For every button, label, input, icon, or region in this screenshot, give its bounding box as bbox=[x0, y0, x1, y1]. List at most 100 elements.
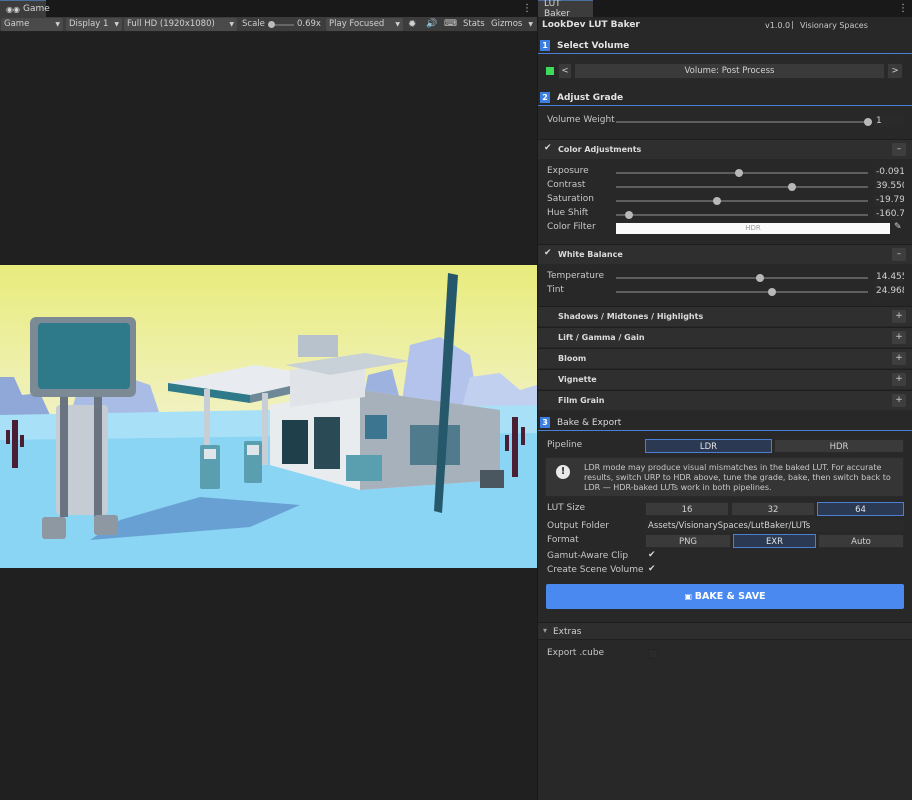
header-separator: | bbox=[791, 20, 794, 29]
bake-save-button[interactable]: ▣ BAKE & SAVE bbox=[546, 584, 904, 609]
chevron-down-icon: ▼ bbox=[528, 21, 533, 28]
volume-weight-value[interactable]: 1 bbox=[874, 116, 904, 127]
volume-status-indicator bbox=[546, 67, 554, 75]
chevron-down-icon: ▼ bbox=[55, 21, 60, 28]
play-mode-dropdown[interactable]: Play Focused ▼ bbox=[326, 18, 403, 31]
contrast-value[interactable]: 39.550 bbox=[874, 181, 904, 192]
temperature-value[interactable]: 14.455 bbox=[874, 272, 904, 283]
hue-shift-slider[interactable] bbox=[616, 211, 868, 219]
pipeline-ldr-button[interactable]: LDR bbox=[645, 439, 772, 453]
panel-menu-icon[interactable]: ⋮ bbox=[898, 2, 908, 15]
slider-knob[interactable] bbox=[768, 288, 777, 296]
audio-icon[interactable]: 🔊 bbox=[426, 18, 437, 31]
slider-knob[interactable] bbox=[735, 169, 744, 177]
gamut-aware-clip-checkbox[interactable]: ✔ bbox=[648, 550, 656, 560]
volume-prev-button[interactable]: < bbox=[558, 63, 572, 79]
tint-value[interactable]: 24.968 bbox=[874, 286, 904, 297]
game-menu-icon[interactable]: ⋮ bbox=[522, 2, 532, 15]
bug-icon[interactable]: ✹ bbox=[408, 18, 416, 31]
expand-icon[interactable]: + bbox=[892, 373, 906, 386]
scale-slider-knob[interactable] bbox=[268, 21, 275, 28]
tab-game[interactable]: ◉◉ Game bbox=[0, 0, 50, 17]
color-adjustments-header[interactable]: ✔ Color Adjustments – bbox=[538, 139, 912, 159]
pipeline-hdr-button[interactable]: HDR bbox=[774, 439, 904, 453]
lut-size-32-button[interactable]: 32 bbox=[731, 502, 815, 516]
create-scene-volume-checkbox[interactable]: ✔ bbox=[648, 564, 656, 574]
tab-lut-baker[interactable]: LUT Baker bbox=[538, 0, 593, 19]
section-bake-export: 3 Bake & Export bbox=[538, 415, 912, 431]
stats-button[interactable]: Stats bbox=[463, 18, 485, 31]
format-exr-button[interactable]: EXR bbox=[733, 534, 816, 548]
expand-icon[interactable]: + bbox=[892, 394, 906, 407]
tint-label: Tint bbox=[547, 285, 564, 295]
view-mode-dropdown[interactable]: Game ▼ bbox=[1, 18, 63, 31]
resolution-dropdown[interactable]: Full HD (1920x1080) ▼ bbox=[124, 18, 237, 31]
section-number: 1 bbox=[540, 40, 550, 51]
lut-baker-panel: LUT Baker ⋮ LookDev LUT Baker v1.0.0 | V… bbox=[538, 0, 912, 800]
slider-knob[interactable] bbox=[712, 197, 721, 205]
slider-knob[interactable] bbox=[864, 118, 872, 126]
export-cube-checkbox[interactable] bbox=[648, 649, 658, 659]
display-dropdown[interactable]: Display 1 ▼ bbox=[66, 18, 122, 31]
fold-vignette[interactable]: Vignette + bbox=[538, 369, 912, 389]
scene-render[interactable] bbox=[0, 265, 537, 568]
info-icon: ! bbox=[556, 465, 570, 479]
saturation-label: Saturation bbox=[547, 194, 594, 204]
exposure-slider[interactable] bbox=[616, 169, 868, 177]
section-number: 3 bbox=[540, 417, 550, 428]
exposure-value[interactable]: -0.0911 bbox=[874, 167, 904, 178]
expand-icon[interactable]: + bbox=[892, 331, 906, 344]
output-folder-field[interactable]: Assets/VisionarySpaces/LutBaker/LUTs bbox=[645, 520, 904, 532]
color-filter-label: Color Filter bbox=[547, 222, 596, 232]
hue-shift-value[interactable]: -160.77 bbox=[874, 209, 904, 220]
temperature-label: Temperature bbox=[547, 271, 605, 281]
scale-label: Scale bbox=[242, 19, 265, 29]
volume-selector[interactable]: Volume: Post Process bbox=[574, 63, 885, 79]
format-auto-button[interactable]: Auto bbox=[818, 534, 904, 548]
scale-slider[interactable] bbox=[268, 21, 294, 28]
panel-header: LookDev LUT Baker v1.0.0 | Visionary Spa… bbox=[538, 17, 912, 34]
keyboard-icon[interactable]: ⌨ bbox=[444, 18, 457, 31]
game-tab-bar: ◉◉ Game ⋮ bbox=[0, 0, 537, 17]
checkmark-icon[interactable]: ✔ bbox=[544, 248, 552, 258]
game-view: ◉◉ Game ⋮ Game ▼ Display 1 ▼ Full HD (1920… bbox=[0, 0, 537, 800]
game-toolbar: Game ▼ Display 1 ▼ Full HD (1920x1080) ▼ Sc… bbox=[0, 17, 537, 32]
fold-film-grain[interactable]: Film Grain + bbox=[538, 390, 912, 410]
extras-foldout[interactable]: ▾ Extras bbox=[538, 622, 912, 640]
lut-size-64-button[interactable]: 64 bbox=[817, 502, 904, 516]
saturation-slider[interactable] bbox=[616, 197, 868, 205]
tint-slider[interactable] bbox=[616, 288, 868, 296]
slider-knob[interactable] bbox=[788, 183, 797, 191]
volume-next-button[interactable]: > bbox=[887, 63, 903, 79]
display-label: Display 1 bbox=[69, 19, 109, 29]
section-number: 2 bbox=[540, 92, 550, 103]
temperature-slider[interactable] bbox=[616, 274, 868, 282]
checkmark-icon[interactable]: ✔ bbox=[544, 143, 552, 153]
slider-knob[interactable] bbox=[624, 211, 633, 219]
contrast-label: Contrast bbox=[547, 180, 586, 190]
saturation-value[interactable]: -19.796 bbox=[874, 195, 904, 206]
fold-lift-gamma-gain[interactable]: Lift / Gamma / Gain + bbox=[538, 327, 912, 347]
fold-title: Color Adjustments bbox=[558, 145, 642, 154]
output-folder-label: Output Folder bbox=[547, 521, 609, 531]
exposure-label: Exposure bbox=[547, 166, 589, 176]
expand-icon[interactable]: + bbox=[892, 352, 906, 365]
expand-icon[interactable]: + bbox=[892, 310, 906, 323]
collapse-icon[interactable]: – bbox=[892, 248, 906, 261]
fold-shadows-midtones-highlights[interactable]: Shadows / Midtones / Highlights + bbox=[538, 306, 912, 326]
fold-title: White Balance bbox=[558, 250, 623, 259]
pipeline-label: Pipeline bbox=[547, 440, 583, 450]
format-png-button[interactable]: PNG bbox=[645, 534, 731, 548]
gizmos-dropdown[interactable]: Gizmos ▼ bbox=[488, 18, 536, 31]
contrast-slider[interactable] bbox=[616, 183, 868, 191]
lut-size-16-button[interactable]: 16 bbox=[645, 502, 729, 516]
eyedropper-icon[interactable]: ✎ bbox=[894, 222, 902, 232]
format-label: Format bbox=[547, 535, 579, 545]
hue-shift-label: Hue Shift bbox=[547, 208, 589, 218]
volume-weight-slider[interactable] bbox=[616, 118, 872, 126]
collapse-icon[interactable]: – bbox=[892, 143, 906, 156]
slider-knob[interactable] bbox=[755, 274, 764, 282]
color-filter-swatch[interactable]: HDR bbox=[616, 223, 890, 234]
fold-bloom[interactable]: Bloom + bbox=[538, 348, 912, 368]
white-balance-header[interactable]: ✔ White Balance – bbox=[538, 244, 912, 264]
